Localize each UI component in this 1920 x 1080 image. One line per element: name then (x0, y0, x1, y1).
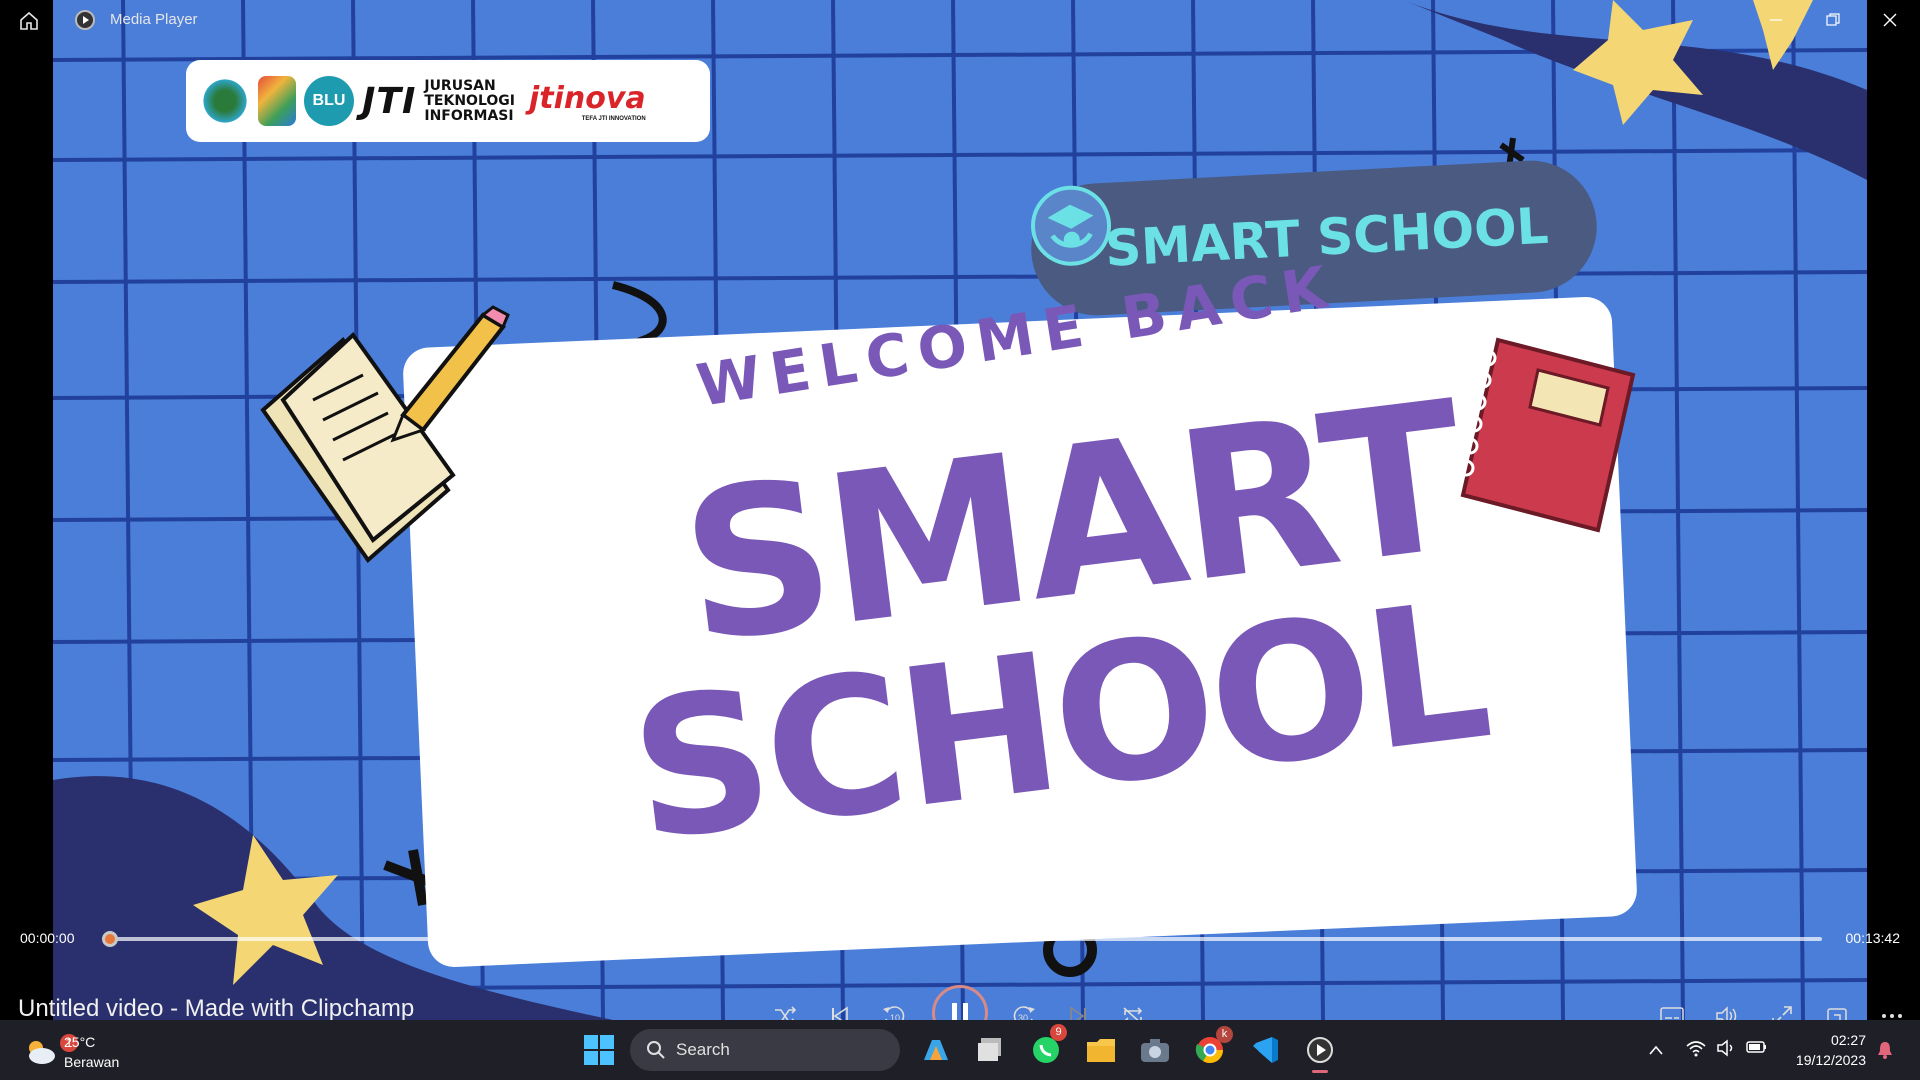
window-title: Media Player (110, 11, 198, 28)
screen: BLU JTI JURUSAN TEKNOLOGI INFORMASI jtin… (0, 0, 1920, 1080)
paper-pencil-illustration (260, 305, 510, 563)
vscode-app[interactable] (1247, 1032, 1283, 1068)
cloudy-weather-icon (29, 1041, 55, 1064)
search-placeholder: Search (676, 1040, 730, 1059)
more-icon (1882, 1014, 1902, 1018)
search-icon (647, 1041, 665, 1059)
camera-icon (1141, 1039, 1169, 1062)
clock-date: 19/12/2023 (1795, 1052, 1866, 1068)
close-button[interactable] (1872, 6, 1908, 34)
battery-icon[interactable] (1746, 1040, 1768, 1054)
blu-logo-icon: BLU (304, 76, 354, 126)
weather-condition: Berawan (64, 1054, 120, 1070)
taskbar: 1 25°C Berawan Search 9 k 02:27 19/12/20… (0, 1020, 1920, 1080)
chrome-profile-badge: k (1216, 1026, 1233, 1043)
jti-subtitle: JURUSAN TEKNOLOGI INFORMASI (424, 77, 515, 124)
jtinova-logo-text: jtinova (528, 80, 646, 116)
current-time: 00:00:00 (20, 930, 75, 946)
video-frame[interactable]: BLU JTI JURUSAN TEKNOLOGI INFORMASI jtin… (53, 0, 1867, 1020)
restore-button[interactable] (1815, 6, 1851, 34)
jti-logo-text: JTI (362, 80, 417, 122)
close-icon (1883, 13, 1897, 27)
windows-start-icon[interactable] (583, 1034, 615, 1066)
wifi-icon[interactable] (1686, 1039, 1706, 1057)
home-icon[interactable] (18, 10, 40, 32)
tray-overflow-icon[interactable] (1648, 1044, 1664, 1056)
title-bar: Media Player (0, 0, 1920, 40)
notification-bell-icon[interactable] (1876, 1040, 1894, 1060)
player-controls: 00:00:00 00:13:42 Untitled video - Made … (0, 905, 1920, 1041)
system-clock[interactable]: 02:27 19/12/2023 (1796, 1030, 1866, 1070)
seek-bar[interactable] (108, 937, 1822, 941)
copilot-app[interactable] (918, 1032, 954, 1068)
media-title: Untitled video - Made with Clipchamp (18, 995, 415, 1022)
campus-logo-icon (258, 76, 296, 126)
whatsapp-badge: 9 (1050, 1024, 1067, 1041)
active-app-indicator (1312, 1070, 1328, 1073)
jtinova-logo: jtinova TEFA JTI INNOVATION (529, 81, 646, 122)
whatsapp-app[interactable]: 9 (1028, 1024, 1067, 1068)
restore-icon (1826, 13, 1840, 26)
media-player-app[interactable] (1302, 1032, 1338, 1073)
weather-temperature: 25°C (64, 1034, 96, 1050)
file-explorer-app[interactable] (1083, 1032, 1119, 1068)
total-time: 00:13:42 (1845, 930, 1901, 946)
folder-icon (1087, 1039, 1115, 1062)
university-emblem-icon (200, 76, 250, 126)
media-player-icon (1307, 1037, 1333, 1063)
seek-thumb[interactable] (102, 931, 118, 947)
copilot-icon (924, 1040, 948, 1060)
media-player-logo-icon (75, 10, 95, 30)
vscode-icon (1253, 1037, 1278, 1063)
speaker-icon[interactable] (1716, 1039, 1736, 1057)
institution-logo-banner: BLU JTI JURUSAN TEKNOLOGI INFORMASI jtin… (186, 60, 710, 142)
minimize-button[interactable] (1758, 6, 1794, 34)
jti-subtitle-line-2: TEKNOLOGI (424, 92, 515, 109)
clock-time: 02:27 (1830, 1032, 1866, 1048)
notebook-illustration (1458, 337, 1636, 533)
task-view[interactable] (972, 1032, 1008, 1068)
taskbar-search[interactable]: Search (630, 1029, 900, 1071)
jti-subtitle-line-3: INFORMASI (424, 107, 514, 124)
camera-app[interactable] (1137, 1032, 1173, 1068)
chrome-app[interactable]: k (1192, 1026, 1233, 1068)
jtinova-tagline: TEFA JTI INNOVATION (581, 115, 646, 122)
graduation-cap-emblem-icon (1031, 185, 1112, 266)
minimize-icon (1770, 19, 1782, 21)
task-view-icon (978, 1038, 1001, 1061)
jti-subtitle-line-1: JURUSAN (424, 77, 496, 94)
